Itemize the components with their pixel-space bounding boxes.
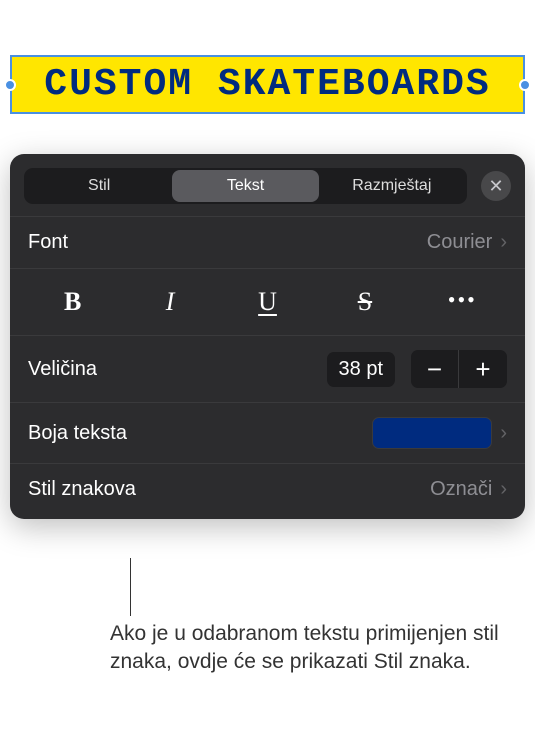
font-row[interactable]: Font Courier › <box>10 216 525 268</box>
segmented-tabs: Stil Tekst Razmještaj <box>24 168 467 204</box>
callout-text: Ako je u odabranom tekstu primijenjen st… <box>110 620 510 677</box>
tabs-row: Stil Tekst Razmještaj ✕ <box>10 168 525 216</box>
size-row: Veličina 38 pt − + <box>10 335 525 402</box>
size-controls: 38 pt − + <box>327 350 507 388</box>
character-style-row[interactable]: Stil znakova Označi › <box>10 463 525 515</box>
italic-button[interactable]: I <box>121 279 218 325</box>
text-color-value: › <box>372 417 507 449</box>
close-button[interactable]: ✕ <box>481 171 511 201</box>
size-decrease-button[interactable]: − <box>411 350 459 388</box>
resize-handle-left[interactable] <box>4 79 16 91</box>
tab-razmjestaj[interactable]: Razmještaj <box>319 170 465 202</box>
close-icon: ✕ <box>488 176 503 197</box>
more-format-button[interactable]: ••• <box>414 279 511 325</box>
callout-leader-line <box>130 558 131 616</box>
size-increase-button[interactable]: + <box>459 350 507 388</box>
character-style-value: Označi <box>430 478 492 501</box>
strikethrough-button[interactable]: S <box>316 279 413 325</box>
resize-handle-right[interactable] <box>519 79 531 91</box>
font-value-container: Courier › <box>427 231 507 254</box>
text-color-label: Boja teksta <box>28 422 127 445</box>
font-value: Courier <box>427 231 493 254</box>
size-label: Veličina <box>28 358 97 381</box>
chevron-right-icon: › <box>500 422 507 445</box>
underline-button[interactable]: U <box>219 279 316 325</box>
size-value-field[interactable]: 38 pt <box>327 352 395 387</box>
chevron-right-icon: › <box>500 478 507 501</box>
document-canvas: CUSTOM SKATEBOARDS <box>0 0 535 154</box>
chevron-right-icon: › <box>500 231 507 254</box>
format-buttons-row: B I U S ••• <box>10 268 525 335</box>
bold-button[interactable]: B <box>24 279 121 325</box>
character-style-value-container: Označi › <box>430 478 507 501</box>
tab-tekst[interactable]: Tekst <box>172 170 318 202</box>
textbox-content: CUSTOM SKATEBOARDS <box>44 63 490 106</box>
character-style-label: Stil znakova <box>28 478 136 501</box>
size-stepper: − + <box>411 350 507 388</box>
text-color-row[interactable]: Boja teksta › <box>10 402 525 463</box>
selected-textbox[interactable]: CUSTOM SKATEBOARDS <box>10 55 525 114</box>
color-swatch[interactable] <box>372 417 492 449</box>
font-label: Font <box>28 231 68 254</box>
tab-stil[interactable]: Stil <box>26 170 172 202</box>
format-panel: Stil Tekst Razmještaj ✕ Font Courier › B… <box>10 154 525 519</box>
